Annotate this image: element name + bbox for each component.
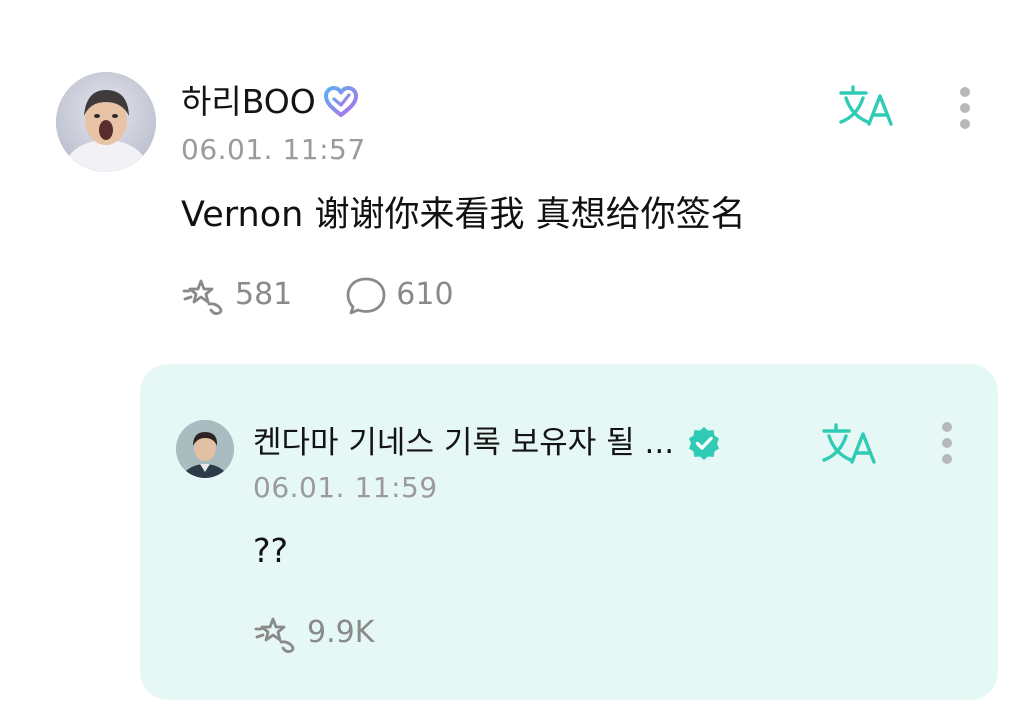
reply-translate-button[interactable] — [821, 422, 879, 466]
post-like-button[interactable]: 581 — [181, 272, 292, 318]
verified-badge-icon — [686, 425, 722, 461]
reply-actions: 9.9K — [253, 610, 374, 656]
avatar-photo-icon — [176, 420, 234, 478]
reply-text: ?? — [253, 531, 289, 570]
post-author-line: 하리BOO — [181, 80, 360, 124]
reply-like-button[interactable]: 9.9K — [253, 610, 374, 656]
comment-icon — [346, 277, 386, 315]
post-actions: 581 610 — [181, 272, 454, 318]
artist-post-thread: 하리BOO 06.01. 11:57 Vernon 谢谢你来看我 真想给你签名 … — [0, 0, 1024, 723]
post-author-avatar[interactable] — [56, 72, 156, 172]
post-like-count: 581 — [235, 277, 293, 312]
translate-icon — [822, 423, 876, 464]
post-timestamp: 06.01. 11:57 — [181, 133, 366, 166]
more-vertical-icon — [942, 422, 952, 464]
like-icon — [182, 279, 223, 315]
post-translate-button[interactable] — [838, 84, 896, 128]
more-vertical-icon — [960, 87, 970, 129]
post-author-name[interactable]: 하리BOO — [181, 80, 316, 124]
post-more-options-button[interactable] — [955, 86, 975, 138]
reply-timestamp: 06.01. 11:59 — [253, 471, 438, 504]
artist-reply-card: 켄다마 기네스 기록 보유자 될 ... 06.01. 11:59 ?? 9.9… — [140, 364, 998, 700]
reply-like-count: 9.9K — [307, 615, 375, 650]
reply-author-line: 켄다마 기네스 기록 보유자 될 ... — [253, 422, 722, 464]
reply-author-name[interactable]: 켄다마 기네스 기록 보유자 될 ... — [253, 422, 674, 464]
post-text: Vernon 谢谢你来看我 真想给你签名 — [181, 195, 746, 235]
post-comment-button[interactable]: 610 — [344, 272, 454, 318]
heart-badge-icon — [322, 84, 360, 120]
like-icon — [254, 617, 295, 653]
translate-icon — [839, 85, 893, 126]
post-comment-count: 610 — [396, 277, 454, 312]
avatar-photo-icon — [56, 72, 156, 172]
reply-author-avatar[interactable] — [176, 420, 234, 478]
reply-more-options-button[interactable] — [937, 421, 957, 473]
